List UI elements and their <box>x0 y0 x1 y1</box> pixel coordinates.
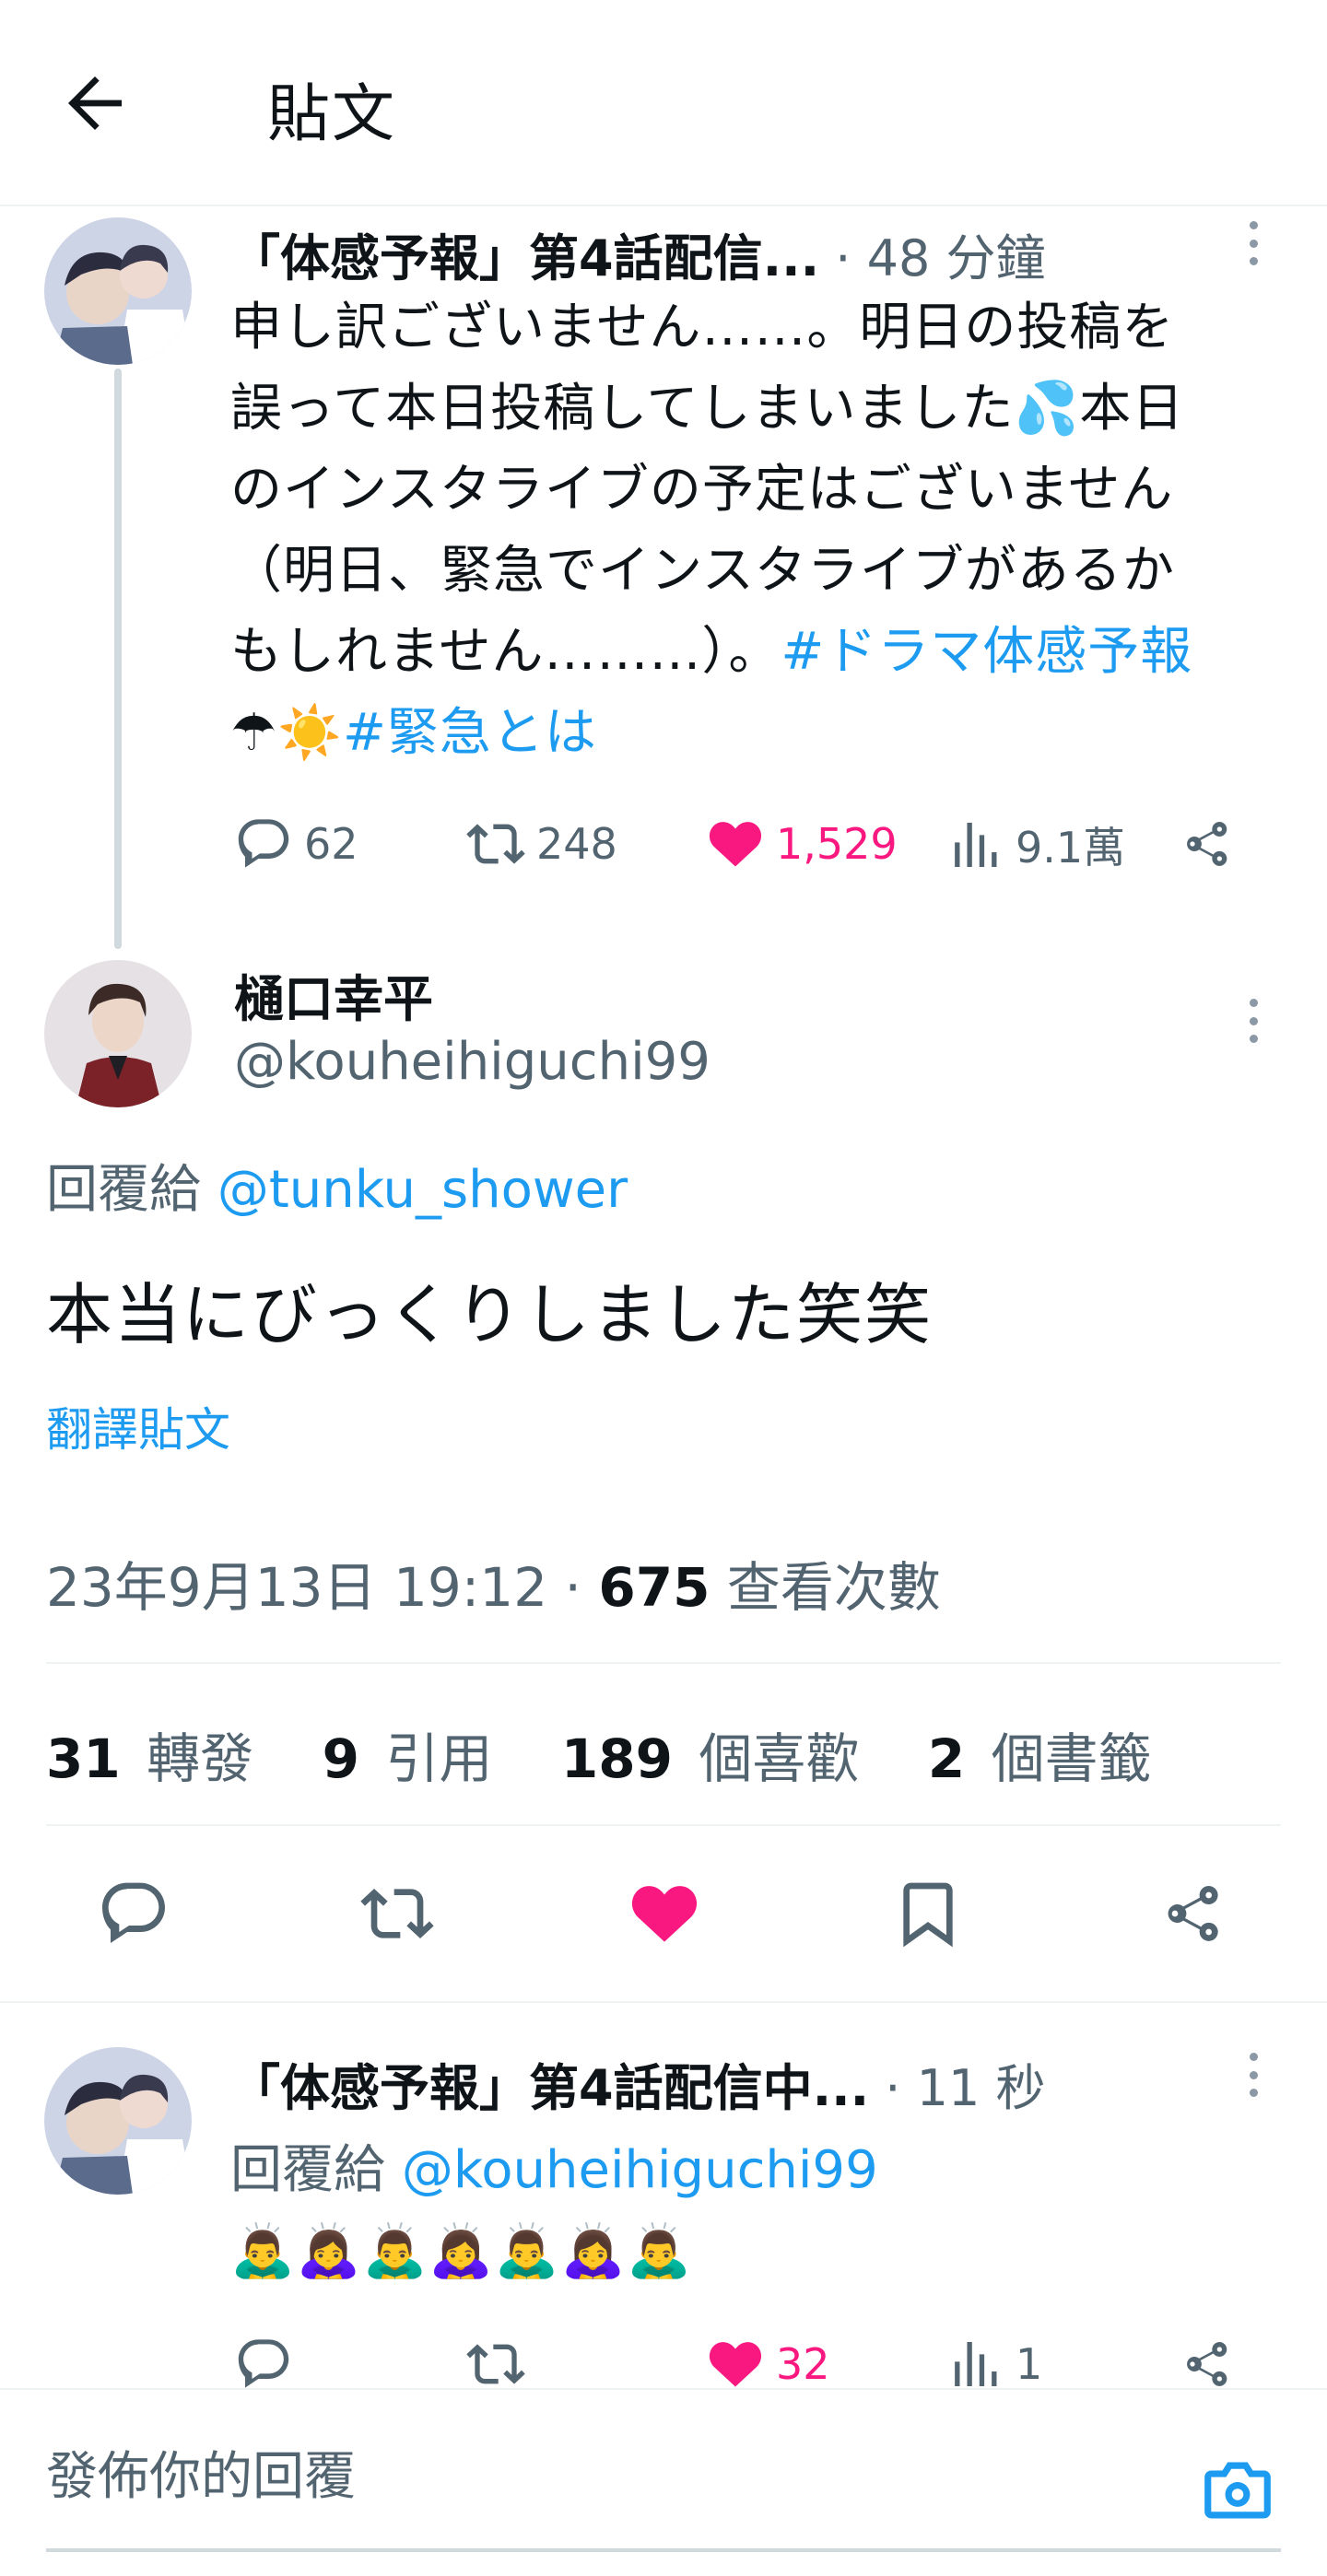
more-options-button[interactable] <box>1226 2047 1281 2102</box>
thread-line <box>114 369 122 949</box>
reply-button[interactable] <box>234 2335 304 2394</box>
hashtag-link[interactable]: #ドラマ体感予報 <box>781 622 1192 682</box>
retweet-icon <box>466 824 525 864</box>
share-icon <box>1187 821 1227 866</box>
share-button[interactable] <box>1178 814 1248 873</box>
tweet-time: · 48 分鐘 <box>835 229 1046 287</box>
reply-button[interactable] <box>92 1872 175 1955</box>
translate-link[interactable]: 翻譯貼文 <box>46 1393 230 1459</box>
engagement-stats: 31 轉發 9 引用 189 個喜歡 2 個書籤 <box>46 1715 1170 1793</box>
camera-icon <box>1204 2462 1271 2519</box>
reply-to: 回覆給 @tunku_shower <box>46 1160 628 1220</box>
mention-link[interactable]: @tunku_shower <box>217 1160 628 1220</box>
divider <box>46 1824 1281 1826</box>
reply-input[interactable]: 發佈你的回覆 <box>46 2427 1152 2528</box>
author-name[interactable]: 「体感予報」第4話配信中... <box>230 2059 869 2117</box>
heart-filled-icon <box>709 822 762 867</box>
retweet-button[interactable] <box>356 1872 439 1955</box>
like-button[interactable] <box>623 1872 706 1955</box>
bookmark-button[interactable] <box>887 1872 969 1955</box>
avatar[interactable] <box>44 217 192 365</box>
bar-chart-icon <box>955 823 997 867</box>
page-title: 貼文 <box>267 78 397 151</box>
back-button[interactable] <box>57 66 149 144</box>
bookmark-icon <box>903 1882 953 1948</box>
tweet-text: 🙇‍♂️🙇‍♀️🙇‍♂️🙇‍♀️🙇‍♂️🙇‍♀️🙇‍♂️ <box>230 2221 694 2281</box>
display-name[interactable]: 樋口幸平 <box>234 958 433 1031</box>
retweet-icon <box>360 1889 434 1938</box>
quotes-stat[interactable]: 9 引用 <box>323 1727 502 1790</box>
top-bar: 貼文 <box>0 0 1327 206</box>
comment-icon <box>238 819 289 868</box>
comment-icon <box>238 2339 289 2388</box>
views-label: 查看次數 <box>726 1556 941 1619</box>
more-options-button[interactable] <box>1226 993 1281 1048</box>
like-button[interactable]: 1,529 <box>706 814 898 873</box>
more-options-button[interactable] <box>1226 216 1281 271</box>
retweet-button[interactable]: 248 <box>466 814 617 873</box>
weather-emoji: ☂☀️ <box>230 703 343 763</box>
heart-filled-icon <box>631 1886 698 1942</box>
tweet-time: · 11 秒 <box>885 2059 1046 2117</box>
retweet-icon <box>466 2344 525 2384</box>
avatar[interactable] <box>44 960 192 1107</box>
mention-link[interactable]: @kouheihiguchi99 <box>402 2140 878 2200</box>
hashtag-link[interactable]: #緊急とは <box>343 703 597 763</box>
tweet-date[interactable]: 23年9月13日 19:12 <box>46 1556 547 1619</box>
bookmarks-stat[interactable]: 2 個書籤 <box>928 1727 1161 1790</box>
views-count: 675 <box>598 1556 710 1619</box>
tweet-header: 「体感予報」第4話配信中... · 11 秒 <box>230 2047 1046 2120</box>
share-button[interactable] <box>1178 2335 1248 2394</box>
retweet-button[interactable] <box>466 2335 536 2394</box>
share-button[interactable] <box>1152 1872 1235 1955</box>
like-button[interactable]: 32 <box>706 2335 830 2394</box>
reply-button[interactable]: 62 <box>234 814 358 873</box>
heart-filled-icon <box>709 2342 762 2387</box>
retweets-stat[interactable]: 31 轉發 <box>46 1727 263 1790</box>
divider <box>0 2001 1327 2003</box>
arrow-left-icon <box>68 76 122 130</box>
share-icon <box>1187 2342 1227 2386</box>
input-underline <box>46 2548 1281 2552</box>
comment-icon <box>102 1882 165 1943</box>
tweet-meta: 23年9月13日 19:12 · 675 查看次數 <box>46 1556 941 1619</box>
share-icon <box>1168 1886 1218 1941</box>
tweet-header: 「体感予報」第4話配信... · 48 分鐘 <box>230 217 1046 290</box>
tweet-text: 申し訳ございません……。明日の投稿を 誤って本日投稿してしまいました💦本日 のイ… <box>230 298 1193 763</box>
author-name[interactable]: 「体感予報」第4話配信... <box>230 229 819 287</box>
divider <box>46 1662 1281 1664</box>
reply-composer: 發佈你的回覆 <box>0 2388 1327 2576</box>
tweet-text: 本当にびっくりしました笑笑 <box>46 1276 934 1353</box>
avatar[interactable] <box>44 2047 192 2195</box>
camera-button[interactable] <box>1198 2451 1277 2530</box>
views-button[interactable]: 9.1萬 <box>945 814 1125 875</box>
likes-stat[interactable]: 189 個喜歡 <box>561 1727 869 1790</box>
reply-to: 回覆給 @kouheihiguchi99 <box>230 2140 878 2200</box>
views-button[interactable]: 1 <box>945 2335 1042 2394</box>
bar-chart-icon <box>955 2342 997 2386</box>
user-handle[interactable]: @kouheihiguchi99 <box>234 1032 710 1092</box>
